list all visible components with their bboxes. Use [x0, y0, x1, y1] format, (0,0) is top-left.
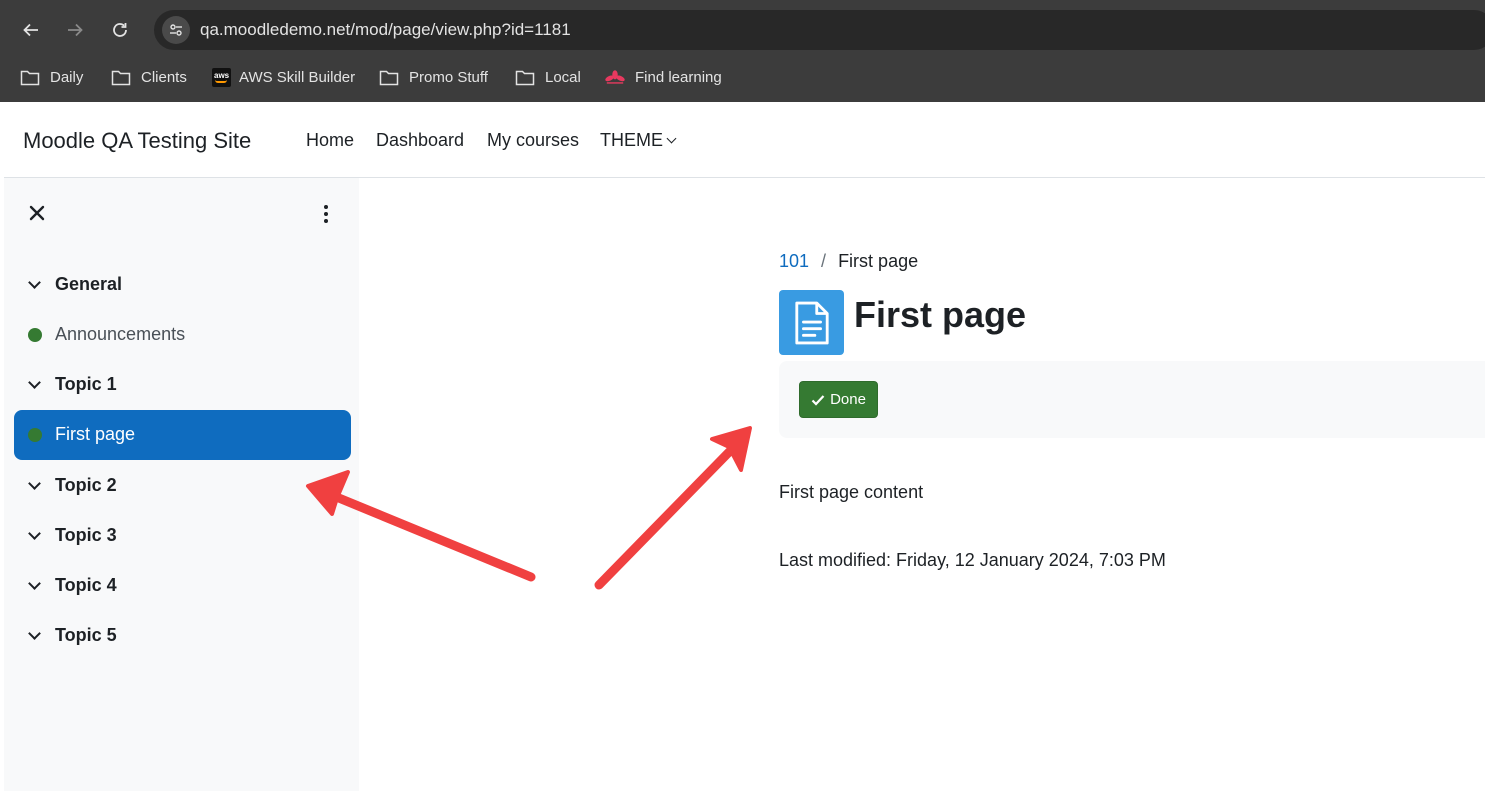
course-index-section-topic-1[interactable]: Topic 1 — [14, 360, 351, 410]
section-label[interactable]: General — [55, 274, 122, 295]
completion-dot-icon — [28, 428, 42, 442]
address-bar[interactable]: qa.moodledemo.net/mod/page/view.php?id=1… — [154, 10, 1485, 50]
section-label[interactable]: Topic 2 — [55, 475, 117, 496]
bookmark-clients[interactable]: Clients — [111, 66, 187, 88]
nav-dashboard[interactable]: Dashboard — [376, 130, 464, 151]
nav-theme-label: THEME — [600, 130, 663, 150]
breadcrumb-current: First page — [838, 251, 919, 271]
breadcrumb: 101 / First page — [779, 251, 918, 272]
close-icon[interactable] — [26, 202, 48, 224]
course-index-item-announcements[interactable]: Announcements — [14, 310, 351, 360]
folder-icon — [20, 70, 40, 85]
site-navbar: Moodle QA Testing Site Home Dashboard My… — [4, 102, 1485, 178]
chevron-down-icon[interactable] — [28, 577, 41, 590]
forward-button[interactable] — [61, 16, 89, 44]
back-button[interactable] — [17, 16, 45, 44]
bookmark-daily[interactable]: Daily — [20, 66, 83, 88]
page-activity-icon — [779, 290, 844, 355]
chevron-down-icon[interactable] — [28, 376, 41, 389]
chevron-down-icon — [666, 133, 677, 144]
reload-button[interactable] — [106, 16, 134, 44]
course-index-item-first-page[interactable]: First page — [14, 410, 351, 460]
course-index-section-topic-3[interactable]: Topic 3 — [14, 511, 351, 561]
nav-my-courses[interactable]: My courses — [487, 130, 579, 151]
chevron-down-icon[interactable] — [28, 477, 41, 490]
section-label[interactable]: Topic 1 — [55, 374, 117, 395]
last-modified-text: Last modified: Friday, 12 January 2024, … — [779, 550, 1166, 570]
section-label[interactable]: Topic 5 — [55, 625, 117, 646]
bookmark-label: Find learning — [635, 68, 722, 86]
chevron-down-icon[interactable] — [28, 276, 41, 289]
section-label[interactable]: Topic 4 — [55, 575, 117, 596]
chevron-down-icon[interactable] — [28, 527, 41, 540]
bookmark-find-learning[interactable]: Find learning — [605, 66, 722, 88]
done-button[interactable]: Done — [799, 381, 878, 418]
annotation-arrow-right-icon — [594, 426, 752, 590]
bookmark-promo-stuff[interactable]: Promo Stuff — [379, 66, 488, 88]
reload-icon — [113, 23, 127, 37]
course-index-drawer: General Announcements Topic 1 First page… — [4, 178, 359, 791]
flower-icon — [605, 69, 625, 84]
activity-label[interactable]: Announcements — [55, 324, 185, 345]
site-info-button[interactable] — [162, 16, 190, 44]
course-index-section-topic-4[interactable]: Topic 4 — [14, 561, 351, 611]
activity-label[interactable]: First page — [55, 424, 135, 445]
folder-icon — [111, 70, 131, 85]
bookmark-label: AWS Skill Builder — [239, 68, 356, 86]
chevron-down-icon[interactable] — [28, 627, 41, 640]
breadcrumb-course-link[interactable]: 101 — [779, 251, 809, 271]
bookmark-label: Local — [545, 68, 581, 86]
site-name[interactable]: Moodle QA Testing Site — [23, 128, 251, 154]
page-content: First page content — [779, 482, 924, 502]
bookmark-label: Clients — [141, 68, 187, 86]
aws-icon: aws — [212, 67, 231, 87]
arrow-right-icon — [68, 23, 83, 37]
bookmark-label: Promo Stuff — [409, 68, 488, 86]
document-icon — [794, 301, 829, 344]
activity-completion-panel: Done — [779, 361, 1485, 438]
folder-icon — [379, 70, 399, 85]
course-index-section-general[interactable]: General — [14, 260, 351, 310]
nav-theme-menu[interactable]: THEME — [600, 130, 677, 151]
bookmark-aws-skill-builder[interactable]: aws AWS Skill Builder — [212, 66, 355, 88]
browser-toolbar: qa.moodledemo.net/mod/page/view.php?id=1… — [0, 0, 1485, 58]
url-text[interactable]: qa.moodledemo.net/mod/page/view.php?id=1… — [200, 20, 571, 40]
folder-icon — [515, 70, 535, 85]
section-label[interactable]: Topic 3 — [55, 525, 117, 546]
completion-dot-icon — [28, 328, 42, 342]
breadcrumb-separator: / — [821, 251, 827, 271]
nav-home[interactable]: Home — [306, 130, 354, 151]
arrow-left-icon — [23, 23, 38, 37]
more-options-icon[interactable] — [317, 203, 335, 225]
page-title: First page — [854, 294, 1027, 335]
check-icon — [811, 394, 825, 406]
bookmark-local[interactable]: Local — [515, 66, 581, 88]
done-label: Done — [830, 391, 866, 408]
tune-icon — [170, 24, 182, 36]
course-index-section-topic-2[interactable]: Topic 2 — [14, 461, 351, 511]
course-index-section-topic-5[interactable]: Topic 5 — [14, 611, 351, 661]
bookmark-label: Daily — [50, 68, 84, 86]
